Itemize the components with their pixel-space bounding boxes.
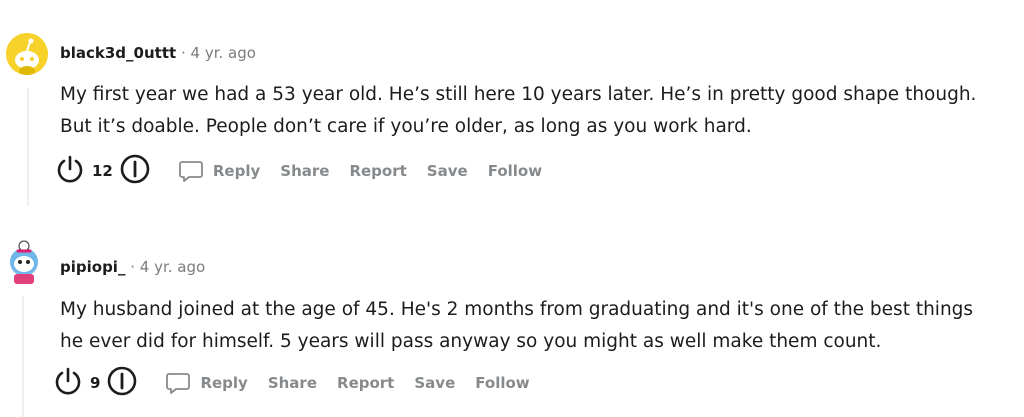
comment-actions: 12 Reply Share Report Save Follow [54,154,562,188]
vote-score: 12 [92,162,113,180]
thread-line[interactable] [22,296,24,417]
downvote-icon [108,366,137,396]
report-button[interactable]: Report [337,374,394,392]
comment-actions: 9 Reply Share Report Save Follow [52,366,550,400]
reply-label: Reply [200,374,248,392]
snoo-avatar-icon [10,240,38,284]
comment-line: But it’s doable. People don’t care if yo… [60,116,752,137]
share-button[interactable]: Share [268,374,317,392]
speech-bubble-icon [178,161,203,182]
timestamp[interactable]: 4 yr. ago [191,44,256,62]
speech-bubble-icon [166,373,191,394]
comment: black3d_0uttt · 4 yr. ago My first year … [0,0,1024,210]
downvote-button[interactable] [119,153,151,189]
comment-line: he ever did for himself. 5 years will pa… [60,331,882,352]
comment-line: My first year we had a 53 year old. He’s… [60,84,977,105]
snoo-avatar-icon [6,33,48,75]
author-name[interactable]: pipiopi_ [60,258,125,276]
meta-separator: · [180,44,186,62]
vote-score: 9 [90,374,101,392]
follow-button[interactable]: Follow [475,374,529,392]
reply-label: Reply [212,162,261,180]
share-button[interactable]: Share [280,162,329,180]
comment-line: My husband joined at the age of 45. He's… [60,299,974,320]
save-button[interactable]: Save [427,162,468,180]
reply-button[interactable]: Reply [164,369,267,397]
meta-separator: · [130,258,136,276]
report-button[interactable]: Report [349,162,406,180]
comment-body: My husband joined at the age of 45. He's… [60,294,1010,358]
upvote-icon [55,367,81,395]
upvote-button[interactable] [52,365,84,401]
comment-meta: black3d_0uttt · 4 yr. ago [60,44,256,62]
thread-line[interactable] [27,88,29,206]
author-name[interactable]: black3d_0uttt [60,44,176,62]
reply-button[interactable]: Reply [177,157,280,185]
downvote-icon [120,154,150,184]
comment: pipiopi_ · 4 yr. ago My husband joined a… [0,210,1024,417]
comment-meta: pipiopi_ · 4 yr. ago [60,258,205,276]
follow-button[interactable]: Follow [488,162,542,180]
avatar[interactable] [6,33,48,75]
save-button[interactable]: Save [414,374,455,392]
upvote-button[interactable] [54,153,86,189]
avatar[interactable] [4,238,44,286]
downvote-button[interactable] [106,365,138,401]
comment-body: My first year we had a 53 year old. He’s… [60,79,1010,143]
timestamp[interactable]: 4 yr. ago [140,258,205,276]
upvote-icon [57,155,83,183]
